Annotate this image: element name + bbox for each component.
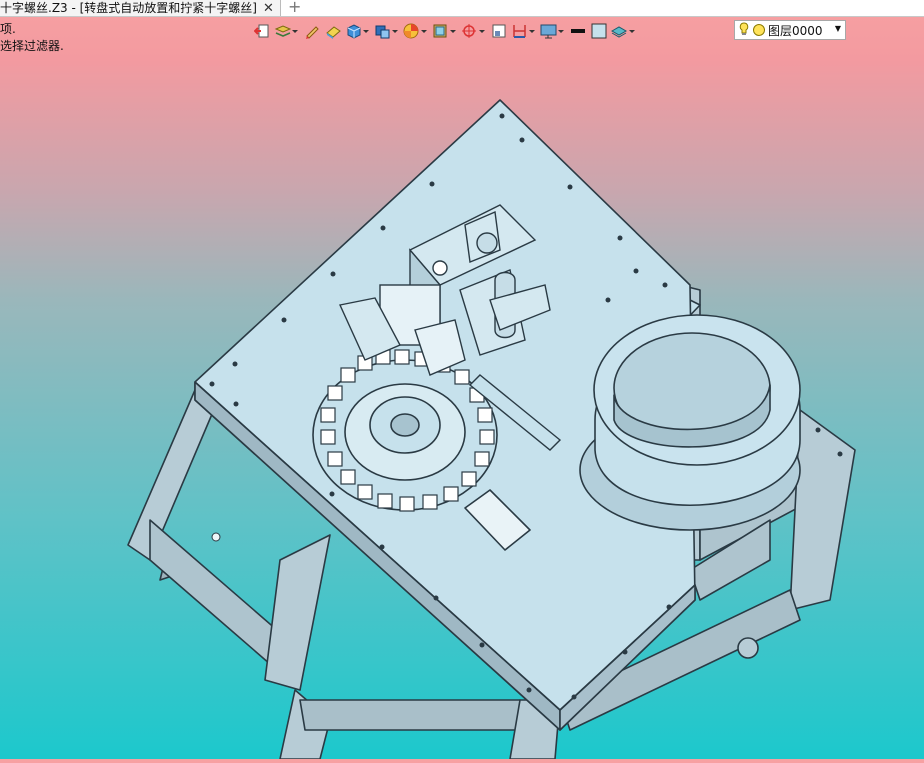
render-mode-icon[interactable]	[432, 22, 458, 40]
command-prompt-line-1: 项.	[0, 22, 16, 36]
pencil-icon[interactable]	[303, 22, 321, 40]
view-toolbar	[253, 20, 637, 42]
dimension-icon[interactable]	[511, 22, 537, 40]
shaded-box-icon[interactable]	[374, 22, 400, 40]
turntable-center	[390, 413, 420, 437]
machine-model	[127, 99, 856, 760]
solid-box-icon[interactable]	[345, 22, 371, 40]
document-tab[interactable]: 十字螺丝.Z3 - [转盘式自动放置和拧紧十字螺丝] ✕	[0, 0, 281, 16]
lightbulb-icon[interactable]	[739, 21, 749, 39]
new-tab-icon[interactable]: +	[288, 0, 301, 15]
layer-color-swatch	[753, 24, 765, 36]
frame-beam	[264, 534, 331, 691]
chevron-down-icon[interactable]: ▼	[835, 24, 841, 33]
layer-value: 图层0000	[768, 23, 823, 38]
exit-sketch-icon[interactable]	[253, 22, 271, 40]
frame-beam	[299, 699, 526, 731]
close-tab-icon[interactable]: ✕	[263, 1, 274, 16]
layer-icon[interactable]	[611, 22, 637, 40]
eraser-icon[interactable]	[324, 22, 342, 40]
layers-icon[interactable]	[274, 22, 300, 40]
caster-wheel	[737, 637, 759, 659]
snap-icon[interactable]	[461, 22, 487, 40]
layer-dropdown[interactable]: 图层0000 ▼	[734, 20, 846, 40]
fill-color-icon[interactable]	[590, 22, 608, 40]
3d-viewport[interactable]	[0, 44, 924, 760]
frame-leg	[127, 389, 219, 561]
color-wheel-icon[interactable]	[403, 22, 429, 40]
frame-icon[interactable]	[490, 22, 508, 40]
line-style-icon[interactable]	[569, 22, 587, 40]
document-tab-title: 十字螺丝.Z3 - [转盘式自动放置和拧紧十字螺丝]	[0, 0, 257, 15]
document-tab-bar: 十字螺丝.Z3 - [转盘式自动放置和拧紧十字螺丝] ✕ +	[0, 0, 924, 17]
display-icon[interactable]	[540, 22, 566, 40]
